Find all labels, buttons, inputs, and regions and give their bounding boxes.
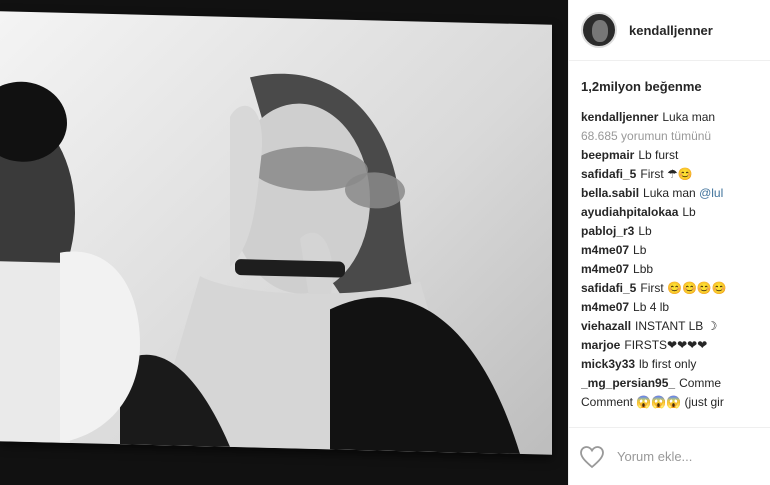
comment-text: Comme: [679, 376, 722, 390]
comment-username[interactable]: beepmair: [581, 148, 634, 162]
comments-list: kendalljenner Luka man 68.685 yorumun tüm…: [569, 94, 770, 412]
caption: kendalljenner Luka man: [581, 108, 759, 127]
comment-row: m4me07 Lb 4 lb: [581, 298, 759, 317]
instagram-post-view: kendalljenner 1,2milyon beğenme kendallj…: [0, 0, 770, 485]
comment-mention[interactable]: @lul: [699, 186, 723, 200]
comment-username[interactable]: marjoe: [581, 338, 620, 352]
heart-icon[interactable]: [579, 445, 605, 469]
post-header: kendalljenner: [569, 0, 770, 61]
comment-row: _mg_persian95_ Comme: [581, 374, 759, 393]
comment-username[interactable]: viehazall: [581, 319, 631, 333]
avatar[interactable]: [581, 12, 617, 48]
comment-row: mick3y33 lb first only: [581, 355, 759, 374]
comment-text: Comment 😱😱😱 (just gir: [581, 395, 724, 409]
comment-text: FIRSTS❤❤❤❤: [624, 338, 708, 352]
comment-username[interactable]: mick3y33: [581, 357, 635, 371]
comment-text: Lbb: [633, 262, 654, 276]
comment-text: Lb: [633, 243, 647, 257]
caption-username[interactable]: kendalljenner: [581, 110, 658, 124]
comment-row: ayudiahpitalokaa Lb: [581, 203, 759, 222]
comment-row: bella.sabil Luka man @lul: [581, 184, 759, 203]
comment-text: First ☂😊: [640, 167, 693, 181]
comment-username[interactable]: _mg_persian95_: [581, 376, 675, 390]
comment-text: lb first only: [639, 357, 697, 371]
comment-text: First 😊😊😊😊: [640, 281, 727, 295]
comment-row: m4me07 Lb: [581, 241, 759, 260]
comment-row: beepmair Lb furst: [581, 146, 759, 165]
comment-row: safidafi_5 First ☂😊: [581, 165, 759, 184]
comment-text: INSTANT LB ☽: [635, 319, 718, 333]
comment-row: marjoe FIRSTS❤❤❤❤: [581, 336, 759, 355]
comment-username[interactable]: safidafi_5: [581, 281, 636, 295]
comment-username[interactable]: pabloj_r3: [581, 224, 634, 238]
comment-text: Lb: [638, 224, 652, 238]
post-photo[interactable]: [0, 0, 568, 485]
comment-username[interactable]: m4me07: [581, 300, 629, 314]
comment-row: pabloj_r3 Lb: [581, 222, 759, 241]
comment-row: safidafi_5 First 😊😊😊😊: [581, 279, 759, 298]
comment-username[interactable]: safidafi_5: [581, 167, 636, 181]
comment-username[interactable]: ayudiahpitalokaa: [581, 205, 678, 219]
photo-print: [0, 11, 552, 455]
comment-row: viehazall INSTANT LB ☽: [581, 317, 759, 336]
comment-text: Lb 4 lb: [633, 300, 670, 314]
comment-row: m4me07 Lbb: [581, 260, 759, 279]
add-comment-input[interactable]: Yorum ekle...: [617, 449, 692, 464]
comment-username[interactable]: m4me07: [581, 262, 629, 276]
post-side-panel: kendalljenner 1,2milyon beğenme kendallj…: [568, 0, 770, 485]
comment-text: Luka man: [643, 186, 696, 200]
caption-text: Luka man: [662, 110, 716, 124]
comment-text: Lb: [682, 205, 696, 219]
add-comment-bar: Yorum ekle...: [569, 427, 770, 485]
view-all-comments-link[interactable]: 68.685 yorumun tümünü: [581, 127, 759, 146]
comment-username[interactable]: bella.sabil: [581, 186, 639, 200]
comment-username[interactable]: m4me07: [581, 243, 629, 257]
header-username[interactable]: kendalljenner: [629, 23, 713, 38]
comment-row: Comment 😱😱😱 (just gir: [581, 393, 759, 412]
photo-illustration: [0, 73, 520, 454]
comment-text: Lb furst: [638, 148, 679, 162]
likes-count[interactable]: 1,2milyon beğenme: [569, 61, 770, 94]
